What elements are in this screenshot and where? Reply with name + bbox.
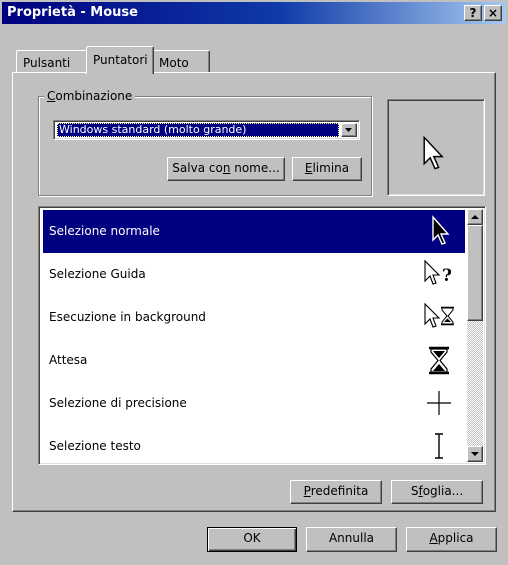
- title-bar[interactable]: Proprietà - Mouse ? ×: [2, 2, 506, 24]
- scroll-thumb[interactable]: [467, 225, 483, 321]
- ok-button[interactable]: OK: [207, 527, 297, 552]
- ok-label: OK: [243, 531, 261, 545]
- mouse-properties-window: Proprietà - Mouse ? × Pulsanti Moto Punt…: [0, 0, 508, 565]
- delete-button[interactable]: Elimina: [292, 157, 362, 181]
- chevron-down-icon: [345, 128, 352, 132]
- tab-moto-label: Moto: [159, 56, 189, 70]
- tab-pulsanti[interactable]: Pulsanti: [16, 50, 88, 72]
- scroll-up-icon: [471, 215, 479, 219]
- scroll-up-button[interactable]: [467, 209, 483, 225]
- save-as-button[interactable]: Salva con nome...: [167, 157, 285, 181]
- cursor-list[interactable]: Selezione normale Selezione Guida ? Esec…: [38, 206, 486, 465]
- scroll-down-icon: [471, 452, 479, 456]
- window-title: Proprietà - Mouse: [7, 5, 138, 20]
- default-label: redefinita: [310, 484, 369, 498]
- text-ibeam-icon: [435, 433, 443, 459]
- svg-text:?: ?: [442, 266, 452, 286]
- cursor-preview: [387, 99, 485, 196]
- cancel-label: Annulla: [328, 531, 375, 545]
- list-item-label: Selezione Guida: [49, 267, 146, 281]
- cancel-button[interactable]: Annulla: [306, 527, 397, 552]
- list-item[interactable]: Selezione di precisione: [43, 382, 465, 425]
- list-item-label: Attesa: [49, 353, 88, 367]
- list-item-label: Selezione di precisione: [49, 396, 187, 410]
- list-item-label: Selezione testo: [49, 439, 141, 453]
- list-item[interactable]: Selezione Guida ?: [43, 253, 465, 296]
- scheme-dropdown-button[interactable]: [341, 123, 357, 137]
- tab-puntatori-label: Puntatori: [93, 53, 148, 67]
- browse-label-b: oglia...: [422, 484, 464, 498]
- list-item[interactable]: Esecuzione in background: [43, 296, 465, 339]
- delete-label: limina: [312, 161, 350, 175]
- scheme-combobox-value: Windows standard (molto grande): [57, 123, 339, 137]
- close-button[interactable]: ×: [484, 5, 502, 21]
- default-accel: P: [303, 484, 311, 498]
- help-icon: ?: [469, 6, 477, 20]
- scheme-label-rest: ombinazione: [55, 89, 133, 103]
- scroll-down-button[interactable]: [467, 446, 483, 462]
- crosshair-icon: [427, 391, 451, 415]
- list-item-label: Esecuzione in background: [49, 310, 206, 324]
- hourglass-icon: [429, 346, 449, 375]
- list-item[interactable]: Attesa: [43, 339, 465, 382]
- help-button[interactable]: ?: [464, 5, 482, 21]
- list-item[interactable]: Selezione testo: [43, 425, 465, 464]
- use-default-button[interactable]: Predefinita: [290, 480, 382, 504]
- browse-button[interactable]: Sfoglia...: [391, 480, 483, 504]
- apply-accel: A: [429, 531, 438, 545]
- apply-label: pplica: [437, 531, 474, 545]
- tab-pulsanti-label: Pulsanti: [23, 56, 71, 70]
- close-icon: ×: [487, 6, 499, 20]
- list-item-label: Selezione normale: [49, 224, 160, 238]
- working-in-background-cursor-icon: [424, 302, 454, 328]
- arrow-cursor-icon: [432, 215, 450, 245]
- save-as-label-a: Salva co: [172, 161, 223, 175]
- help-cursor-icon: ?: [424, 259, 452, 286]
- tab-moto[interactable]: Moto: [152, 50, 210, 72]
- scheme-group-label: Combinazione: [44, 89, 136, 103]
- tab-puntatori[interactable]: Puntatori: [86, 46, 154, 74]
- arrow-cursor-icon: [423, 135, 444, 170]
- apply-button[interactable]: Applica: [406, 527, 497, 552]
- list-scrollbar[interactable]: [467, 209, 483, 462]
- scheme-groupbox: [38, 96, 372, 196]
- save-as-label-b: nome...: [230, 161, 280, 175]
- list-item[interactable]: Selezione normale: [43, 210, 465, 253]
- scheme-combobox[interactable]: Windows standard (molto grande): [53, 120, 360, 140]
